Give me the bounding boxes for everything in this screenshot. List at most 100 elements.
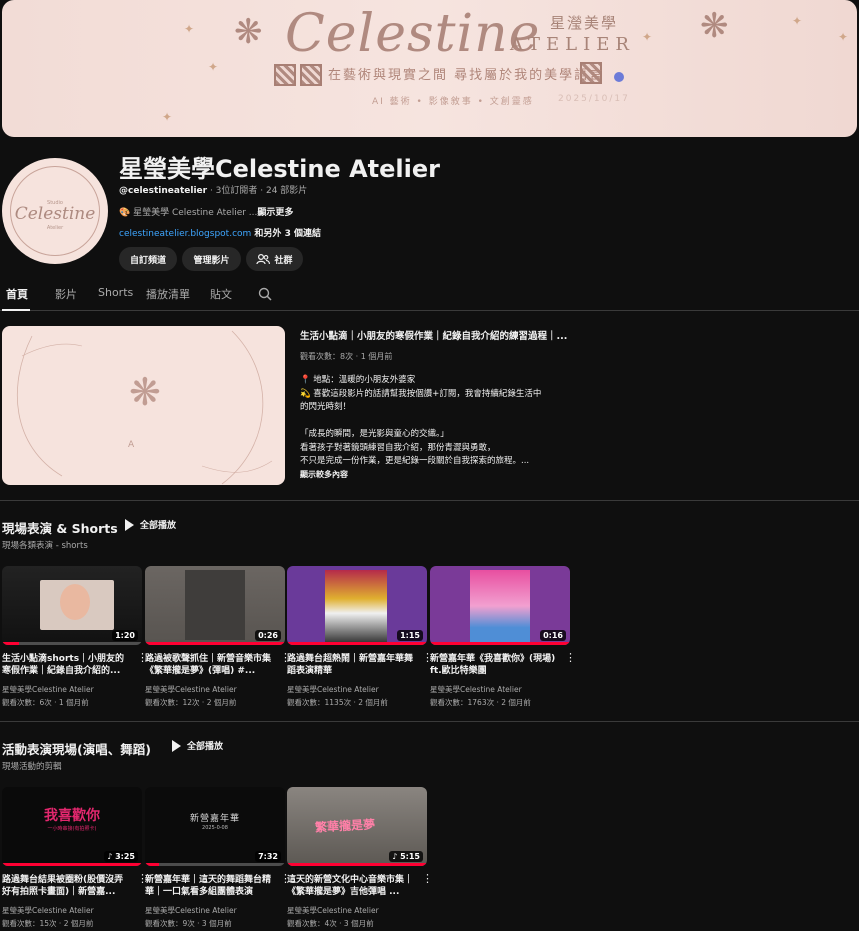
play-all-label: 全部播放 — [140, 521, 177, 531]
description-line: 💫 喜歡這段影片的話請幫我按個讚+訂閱，我會持續紀錄生活中 — [300, 388, 542, 399]
progress-track — [2, 642, 142, 645]
sparkle-icon: ✦ — [208, 60, 219, 74]
watch-progress-bar — [287, 863, 427, 866]
description-line: 的閃光時刻！ — [300, 402, 352, 412]
thumbnail-art — [470, 570, 530, 642]
video-title[interactable]: 這天的新營文化中心音樂市集｜《繁華攏是夢》吉他彈唱 ... — [287, 874, 413, 898]
video-channel[interactable]: 星瑩美學Celestine Atelier — [145, 684, 285, 695]
watch-progress-bar — [287, 642, 427, 645]
thumbnail-text: 繁華攏是夢 — [314, 817, 376, 835]
play-all-button[interactable]: 全部播放 — [172, 739, 223, 752]
tab-home[interactable]: 首頁 — [6, 286, 28, 302]
tab-videos[interactable]: 影片 — [55, 286, 77, 302]
video-channel[interactable]: 星瑩美學Celestine Atelier — [430, 684, 570, 695]
video-card[interactable]: 我喜歡你 一小時串接(有拍照卡) ♪ 3:25 路過舞台結果被圈粉(股價沒弄好有… — [2, 787, 148, 929]
video-channel[interactable]: 星瑩美學Celestine Atelier — [2, 684, 142, 695]
featured-video-thumbnail[interactable]: ❋ A — [2, 326, 285, 485]
channel-links[interactable]: celestineatelier.blogspot.com 和另外 3 個連結 — [119, 226, 321, 239]
video-meta: 觀看次數：6次 · 1 個月前 — [2, 698, 89, 707]
video-thumbnail[interactable]: 繁華攏是夢 ♪ 5:15 — [287, 787, 427, 866]
facebook-icon — [614, 72, 624, 82]
play-all-button[interactable]: 全部播放 — [125, 518, 176, 531]
video-title[interactable]: 路過被歌聲抓住｜新營音樂市集《繁華攏是夢》(彈唱) #... — [145, 653, 271, 677]
duration-badge: 0:16 — [540, 630, 566, 641]
video-card[interactable]: 0:26 路過被歌聲抓住｜新營音樂市集《繁華攏是夢》(彈唱) #... 星瑩美學… — [145, 566, 291, 708]
featured-video-title[interactable]: 生活小點滴｜小朋友的寒假作業｜紀錄自我介紹的練習過程｜... — [300, 328, 570, 342]
description-line: 看著孩子對著鏡頭練習自我介紹，那份青澀與勇敢， — [300, 442, 496, 453]
search-icon[interactable] — [258, 287, 272, 301]
tab-shorts[interactable]: Shorts — [98, 286, 133, 299]
video-thumbnail[interactable]: 新營嘉年華 2025-0-08 7:32 — [145, 787, 285, 866]
duration-badge: ♪ 3:25 — [104, 851, 138, 862]
avatar-bottom-text: Atelier — [46, 225, 64, 231]
more-options-icon[interactable]: ⋮ — [422, 873, 433, 884]
video-title[interactable]: 路過舞台超熱鬧｜新營嘉年華舞蹈表演精華 — [287, 653, 413, 677]
section-title[interactable]: 現場表演 & Shorts — [2, 518, 118, 537]
video-channel[interactable]: 星瑩美學Celestine Atelier — [287, 905, 427, 916]
video-channel[interactable]: 星瑩美學Celestine Atelier — [287, 684, 427, 695]
video-title[interactable]: 路過舞台結果被圈粉(股價沒弄好有拍照卡畫面)｜新營嘉... — [2, 874, 128, 898]
video-card[interactable]: 新營嘉年華 2025-0-08 7:32 新營嘉年華｜這天的舞蹈舞台精華｜一口氣… — [145, 787, 291, 929]
video-thumbnail[interactable]: 1:20 — [2, 566, 142, 645]
customize-channel-button[interactable]: 自訂頻道 — [119, 247, 177, 271]
channel-meta: @celestineatelier · 3位訂閱者 · 24 部影片 — [119, 183, 307, 196]
channel-tabs: 首頁 影片 Shorts 播放清單 貼文 — [0, 280, 859, 311]
video-title[interactable]: 新營嘉年華｜這天的舞蹈舞台精華｜一口氣看多組團體表演 — [145, 874, 271, 898]
video-title[interactable]: 生活小點滴shorts｜小朋友的寒假作業｜紀錄自我介紹的... — [2, 653, 128, 677]
section-divider — [0, 721, 859, 722]
sparkle-icon: ✦ — [162, 110, 173, 124]
channel-description[interactable]: 🎨 星瑩美學 Celestine Atelier ...顯示更多 — [119, 205, 293, 218]
play-all-label: 全部播放 — [187, 742, 224, 752]
sparkle-icon: ✦ — [792, 14, 803, 28]
video-thumbnail[interactable]: 我喜歡你 一小時串接(有拍照卡) ♪ 3:25 — [2, 787, 142, 866]
thumbnail-art — [185, 570, 245, 640]
duration-badge: 1:20 — [112, 630, 138, 641]
palette-icon: 🎨 — [119, 208, 131, 218]
more-options-icon[interactable]: ⋮ — [565, 652, 576, 663]
video-card[interactable]: 1:15 路過舞台超熱鬧｜新營嘉年華舞蹈表演精華 星瑩美學Celestine A… — [287, 566, 433, 708]
duration-text: 3:25 — [115, 852, 135, 861]
watch-progress-bar — [2, 863, 142, 866]
channel-more-links[interactable]: 和另外 3 個連結 — [251, 229, 321, 239]
video-card[interactable]: 繁華攏是夢 ♪ 5:15 這天的新營文化中心音樂市集｜《繁華攏是夢》吉他彈唱 .… — [287, 787, 433, 929]
sparkle-icon: ✦ — [184, 22, 195, 36]
description-line: 📍 地點：溫暖的小朋友外婆家 — [300, 375, 416, 385]
section-title[interactable]: 活動表演現場(演唱、舞蹈) — [2, 739, 151, 758]
duration-badge: 7:32 — [255, 851, 281, 862]
description-line: 不只是完成一份作業，更是紀錄一段關於自我探索的旅程。... — [300, 456, 530, 466]
video-title[interactable]: 新營嘉年華《我喜歡你》(現場) ft.歐比特樂團 — [430, 653, 556, 677]
show-more-link[interactable]: 顯示更多 — [257, 208, 293, 218]
music-note-icon: ♪ — [107, 852, 113, 861]
avatar-name: Celestine — [14, 204, 96, 224]
music-note-icon: ♪ — [392, 852, 398, 861]
channel-handle: @celestineatelier — [119, 186, 208, 196]
tab-playlists[interactable]: 播放清單 — [146, 286, 190, 302]
manage-videos-button[interactable]: 管理影片 — [182, 247, 241, 271]
video-channel[interactable]: 星瑩美學Celestine Atelier — [145, 905, 285, 916]
video-thumbnail[interactable]: 0:26 — [145, 566, 285, 645]
description-line: 「成長的瞬間，是光影與童心的交織。」 — [300, 429, 449, 439]
channel-avatar[interactable]: Studio Celestine Atelier — [2, 158, 108, 264]
community-button[interactable]: 社群 — [246, 247, 303, 271]
video-thumbnail[interactable]: 0:16 — [430, 566, 570, 645]
watch-progress-bar — [430, 642, 570, 645]
watch-progress-bar — [2, 642, 19, 645]
channel-link-url[interactable]: celestineatelier.blogspot.com — [119, 229, 251, 239]
banner-subline: AI 藝術 • 影像敘事 • 文創靈感 — [372, 97, 534, 107]
video-meta: 觀看次數：1763次 · 2 個月前 — [430, 698, 531, 707]
community-icon — [256, 253, 271, 264]
active-tab-indicator — [2, 309, 30, 311]
video-card[interactable]: 1:20 生活小點滴shorts｜小朋友的寒假作業｜紀錄自我介紹的... 星瑩美… — [2, 566, 148, 708]
video-channel[interactable]: 星瑩美學Celestine Atelier — [2, 905, 142, 916]
play-icon — [172, 739, 181, 752]
video-card[interactable]: 0:16 新營嘉年華《我喜歡你》(現場) ft.歐比特樂團 星瑩美學Celest… — [430, 566, 576, 708]
tab-posts[interactable]: 貼文 — [210, 286, 232, 302]
video-meta: 觀看次數：12次 · 2 個月前 — [145, 698, 237, 707]
show-more-content-link[interactable]: 顯示較多內容 — [300, 469, 348, 480]
duration-badge: 1:15 — [397, 630, 423, 641]
sparkle-icon: ✦ — [838, 30, 849, 44]
sparkle-icon: ✦ — [642, 30, 653, 44]
duration-badge: 0:26 — [255, 630, 281, 641]
duration-text: 5:15 — [400, 852, 420, 861]
video-thumbnail[interactable]: 1:15 — [287, 566, 427, 645]
